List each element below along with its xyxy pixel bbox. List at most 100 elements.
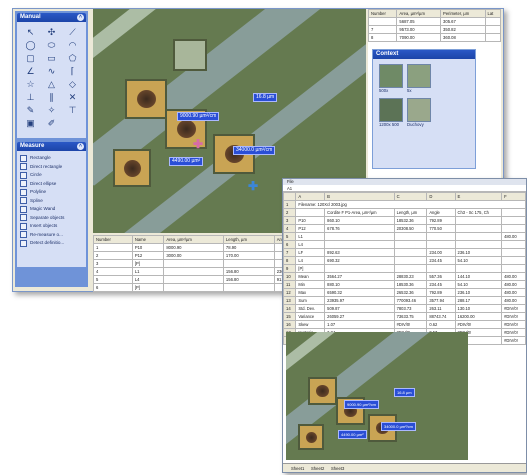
parallel-tool-icon[interactable]: ∥ bbox=[41, 91, 62, 104]
column-header[interactable]: D bbox=[426, 192, 456, 201]
row-header[interactable]: 15 bbox=[282, 312, 297, 321]
curve-tool-icon[interactable]: ∿ bbox=[41, 65, 62, 78]
row-header[interactable]: 3 bbox=[282, 216, 297, 225]
row-header[interactable]: 11 bbox=[282, 280, 297, 289]
measurement-label[interactable]: 4490.00 µm² bbox=[169, 157, 204, 166]
table-row[interactable]: 15 Variance 26059.27 73633.75 88743.74 16200.… bbox=[282, 312, 526, 321]
measurement-label[interactable]: 9000.90 µm²/cm bbox=[344, 400, 379, 409]
table-row[interactable]: 10 Mean 3564.27 28830.23 557.36 144.10 480.00 bbox=[282, 272, 526, 281]
column-header[interactable]: Number bbox=[367, 9, 398, 18]
column-header[interactable]: Length, µm bbox=[222, 235, 275, 244]
table-row[interactable]: 4 P12 678.76 20308.50 770.50 bbox=[282, 224, 526, 233]
measurement-label[interactable]: 16.8 µm bbox=[394, 388, 415, 397]
column-header[interactable]: Number bbox=[93, 235, 133, 244]
name-box[interactable]: A1 bbox=[283, 185, 526, 192]
measure-item[interactable]: Spline bbox=[20, 197, 83, 206]
perpendicular-tool-icon[interactable]: ⊥ bbox=[20, 91, 41, 104]
measure-item[interactable]: Polyline bbox=[20, 188, 83, 197]
table-row[interactable]: 5 L1 480.00 bbox=[282, 232, 526, 241]
table-row[interactable]: 6 L4 bbox=[282, 240, 526, 249]
file-menu[interactable]: File bbox=[287, 179, 294, 184]
column-header[interactable]: F bbox=[501, 192, 526, 201]
row-header[interactable]: 12 bbox=[282, 288, 297, 297]
row-header[interactable]: 1 bbox=[282, 200, 297, 209]
arc-tool-icon[interactable]: ◠ bbox=[62, 39, 83, 52]
measurement-label[interactable]: 4490.00 µm² bbox=[338, 430, 367, 439]
measure-item[interactable]: Direct rectangle bbox=[20, 163, 83, 172]
column-header[interactable]: Area, µm²/µm bbox=[163, 235, 224, 244]
sheet-tab[interactable]: Sheet3 bbox=[331, 466, 344, 471]
measure-panel-header[interactable]: Measure ˄ bbox=[17, 142, 86, 151]
line-tool-icon[interactable]: ⟋ bbox=[62, 26, 83, 39]
column-header[interactable]: A bbox=[295, 192, 326, 201]
image-thumbnail[interactable] bbox=[379, 64, 403, 88]
measurement-label[interactable]: 34000.0 µm²/cm bbox=[233, 146, 276, 155]
freehand-tool-icon[interactable]: ✎ bbox=[20, 104, 41, 117]
column-header[interactable]: B bbox=[324, 192, 395, 201]
table-row[interactable]: 7 9573.00 350.82 bbox=[367, 25, 502, 34]
row-header[interactable]: 4 bbox=[282, 224, 297, 233]
frame-tool-icon[interactable]: ▣ bbox=[20, 117, 41, 130]
table-row[interactable]: 7 LF 892.63 234.00 236.10 bbox=[282, 248, 526, 257]
magic-tool-icon[interactable]: ✧ bbox=[41, 104, 62, 117]
rectangle-tool-icon[interactable]: ▢ bbox=[20, 52, 41, 65]
star-tool-icon[interactable]: ☆ bbox=[20, 78, 41, 91]
row-header[interactable]: 6 bbox=[282, 240, 297, 249]
column-header[interactable]: Name bbox=[131, 235, 165, 244]
image-thumbnail[interactable] bbox=[379, 98, 403, 122]
row-header[interactable]: 16 bbox=[282, 320, 297, 329]
point-tool-icon[interactable]: ✣ bbox=[41, 26, 62, 39]
table-row[interactable]: 14 Std. Dev. 509.87 7803.73 263.11 130.10 #DIV… bbox=[282, 304, 526, 313]
circle-tool-icon[interactable]: ◯ bbox=[20, 39, 41, 52]
image-thumbnail[interactable] bbox=[407, 98, 431, 122]
polygon-tool-icon[interactable]: ⬠ bbox=[62, 52, 83, 65]
ellipse-tool-icon[interactable]: ⬭ bbox=[41, 39, 62, 52]
column-header[interactable]: Area, µm²/µm bbox=[396, 9, 442, 18]
table-row[interactable]: 8 7090.00 360.08 bbox=[367, 33, 502, 42]
measure-item[interactable]: Insert objects bbox=[20, 222, 83, 231]
row-header[interactable]: 7 bbox=[282, 248, 297, 257]
row-header[interactable]: 2 bbox=[282, 208, 297, 217]
table-row[interactable]: 13 Sum 23935.97 770093.46 3577.94 288.17 480.0… bbox=[282, 296, 526, 305]
measure-item[interactable]: Separate objects bbox=[20, 214, 83, 223]
measurement-label[interactable]: 16.8 µm bbox=[253, 93, 278, 102]
row-header[interactable]: 9 bbox=[282, 264, 297, 273]
table-row[interactable]: 8 L4 690.32 234.45 54.10 bbox=[282, 256, 526, 265]
row-header[interactable]: 10 bbox=[282, 272, 297, 281]
row-header[interactable]: 5 bbox=[282, 232, 297, 241]
table-row[interactable]: 2 Cordite F P1-Area, µm²/µm Length, µm Angl… bbox=[282, 208, 526, 217]
row-header[interactable]: 13 bbox=[282, 296, 297, 305]
measure-item[interactable]: Rectangle bbox=[20, 154, 83, 163]
table-row[interactable]: 5687.05 305.67 bbox=[367, 17, 502, 26]
table-row[interactable]: 11 Min 880.10 18530.36 234.45 54.10 480.00 bbox=[282, 280, 526, 289]
measurement-label[interactable]: 9000.90 µm²/cm bbox=[177, 112, 220, 121]
column-header[interactable]: Perimeter, µm bbox=[440, 9, 486, 18]
table-row[interactable]: 1 Filename: 120Xcl 2003.jpg bbox=[282, 200, 526, 209]
column-header[interactable]: C bbox=[393, 192, 428, 201]
measure-item[interactable]: Circle bbox=[20, 171, 83, 180]
triangle-tool-icon[interactable]: △ bbox=[41, 78, 62, 91]
bracket-tool-icon[interactable]: ⌈ bbox=[62, 65, 83, 78]
measure-item[interactable]: Magic Wand bbox=[20, 205, 83, 214]
column-header[interactable]: E bbox=[454, 192, 503, 201]
sheet-tab[interactable]: Sheet2 bbox=[311, 466, 324, 471]
table-row[interactable]: 16 Skew 1.07 #DIV/0! 0.62 #DIV/0! #DIV/0! bbox=[282, 320, 526, 329]
pencil-tool-icon[interactable]: ✐ bbox=[41, 117, 62, 130]
corner-cell[interactable] bbox=[282, 192, 297, 201]
row-header[interactable]: 8 bbox=[282, 256, 297, 265]
round-rect-tool-icon[interactable]: ▭ bbox=[41, 52, 62, 65]
arrow-tool-icon[interactable]: ↖ bbox=[20, 26, 41, 39]
measurement-label[interactable]: 34000.0 µm²/cm bbox=[381, 422, 416, 431]
angle-tool-icon[interactable]: ∠ bbox=[20, 65, 41, 78]
table-row[interactable]: 3 P10 860.10 18532.36 792.89 bbox=[282, 216, 526, 225]
table-row[interactable]: 9 [P] bbox=[282, 264, 526, 273]
manual-panel-header[interactable]: Manual ˄ bbox=[17, 13, 86, 22]
row-header[interactable]: 14 bbox=[282, 304, 297, 313]
pasted-micrograph-image[interactable]: 16.8 µm 9000.90 µm²/cm 4490.00 µm² 34000… bbox=[286, 332, 468, 460]
diamond-tool-icon[interactable]: ◇ bbox=[62, 78, 83, 91]
collapse-chevron-icon[interactable]: ˄ bbox=[77, 14, 84, 21]
table-row[interactable]: 12 Max 6590.32 26532.36 792.89 236.10 480.00 bbox=[282, 288, 526, 297]
context-panel-header[interactable]: Context bbox=[373, 50, 475, 59]
collapse-chevron-icon[interactable]: ˄ bbox=[77, 143, 84, 150]
image-thumbnail[interactable] bbox=[407, 64, 431, 88]
